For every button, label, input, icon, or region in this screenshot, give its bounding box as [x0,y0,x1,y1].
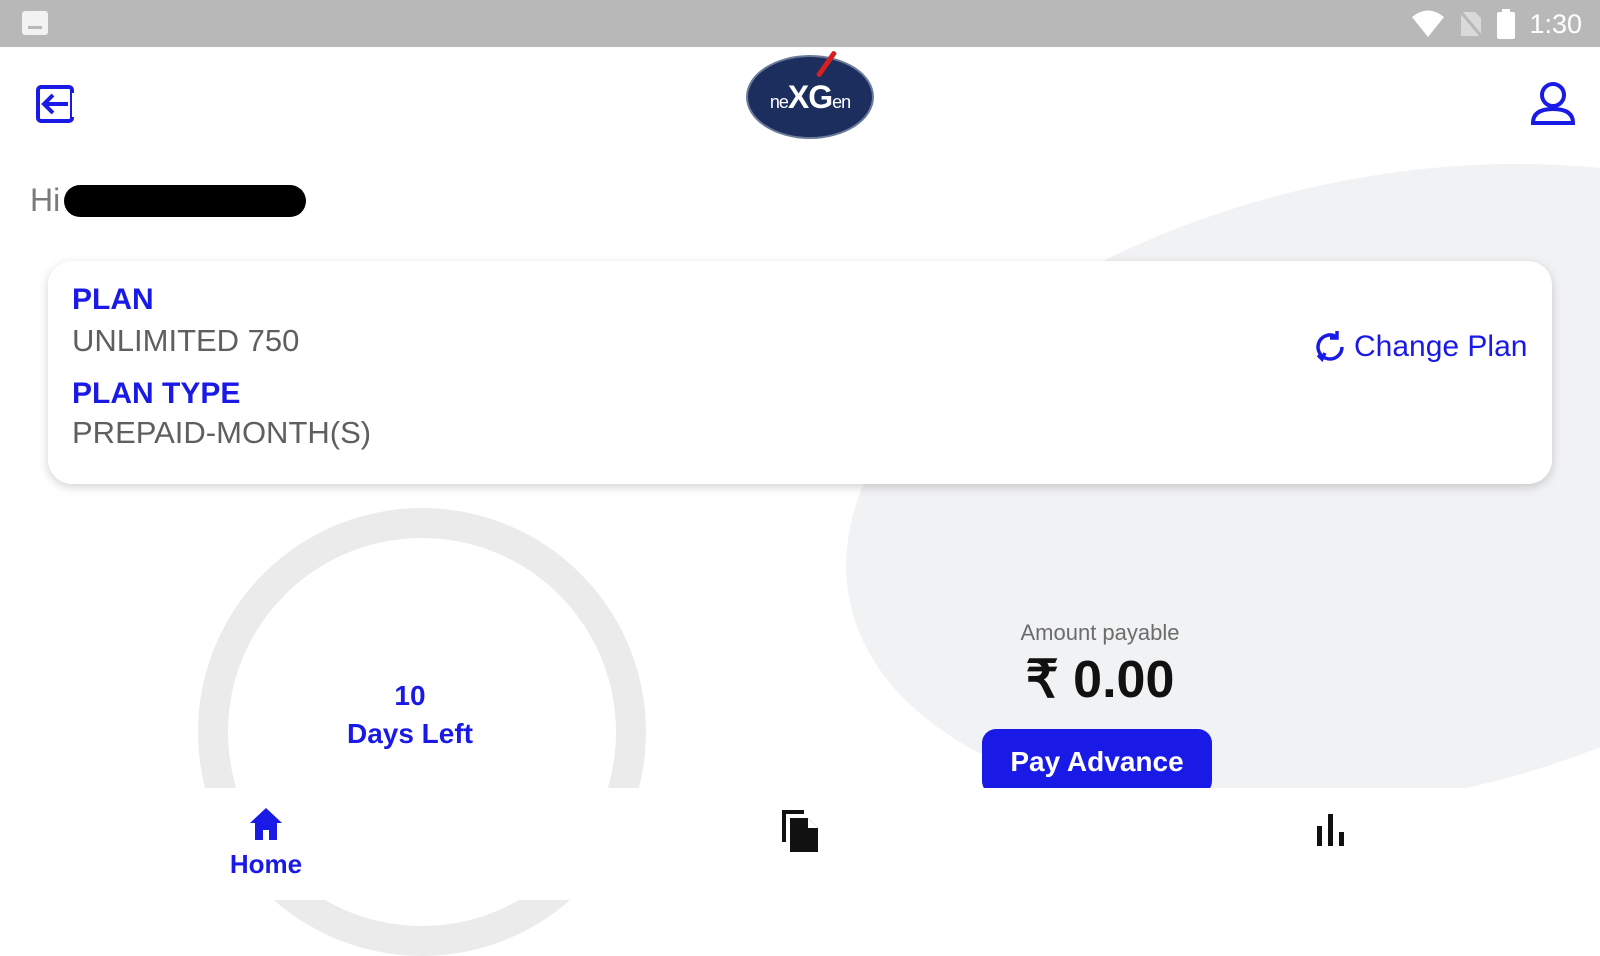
plan-card: PLAN UNLIMITED 750 PLAN TYPE PREPAID-MON… [48,261,1552,484]
plan-type-value: PREPAID-MONTH(S) [72,415,372,450]
home-icon [250,808,282,840]
greeting-prefix: Hi [30,182,61,218]
nav-home[interactable]: Home [210,806,322,880]
profile-button[interactable] [1528,81,1578,127]
days-left-label: Days Left [346,718,474,749]
greeting: Hi [30,182,307,219]
no-sim-icon [1459,10,1484,38]
logo-text: neXGen [769,78,851,115]
app-header: neXGen [0,47,1600,157]
bottom-navigation: Home [0,788,1600,900]
user-profile-icon [1530,82,1576,125]
redacted-user-name [64,184,307,217]
logout-icon [36,85,78,123]
nav-documents[interactable] [770,806,830,859]
plan-value: UNLIMITED 750 [72,323,300,358]
pay-advance-button[interactable]: Pay Advance [982,729,1212,795]
bar-chart-icon [1317,814,1344,846]
wifi-icon [1412,10,1445,37]
nav-statistics[interactable] [1306,806,1356,855]
change-plan-button[interactable]: Change Plan [1312,329,1527,365]
plan-label: PLAN [72,283,154,316]
documents-icon [782,810,818,852]
amount-payable-value: ₹ 0.00 [1025,651,1175,709]
nav-home-label: Home [229,849,303,879]
amount-payable: Amount payable ₹ 0.00 [960,620,1240,710]
logout-button[interactable] [34,83,78,127]
amount-payable-label: Amount payable [1020,620,1180,645]
status-icons: 1:30 [1411,6,1582,42]
status-bar: 1:30 [0,0,1600,47]
refresh-icon [1316,331,1344,362]
plan-type-label: PLAN TYPE [72,377,241,410]
change-plan-label: Change Plan [1354,330,1528,363]
status-time: 1:30 [1529,8,1582,39]
image-notification-icon [22,11,48,35]
days-left: 10 Days Left [300,680,520,750]
nexgen-logo: neXGen [746,55,874,139]
battery-icon [1497,9,1516,39]
days-left-number: 10 [394,680,426,711]
